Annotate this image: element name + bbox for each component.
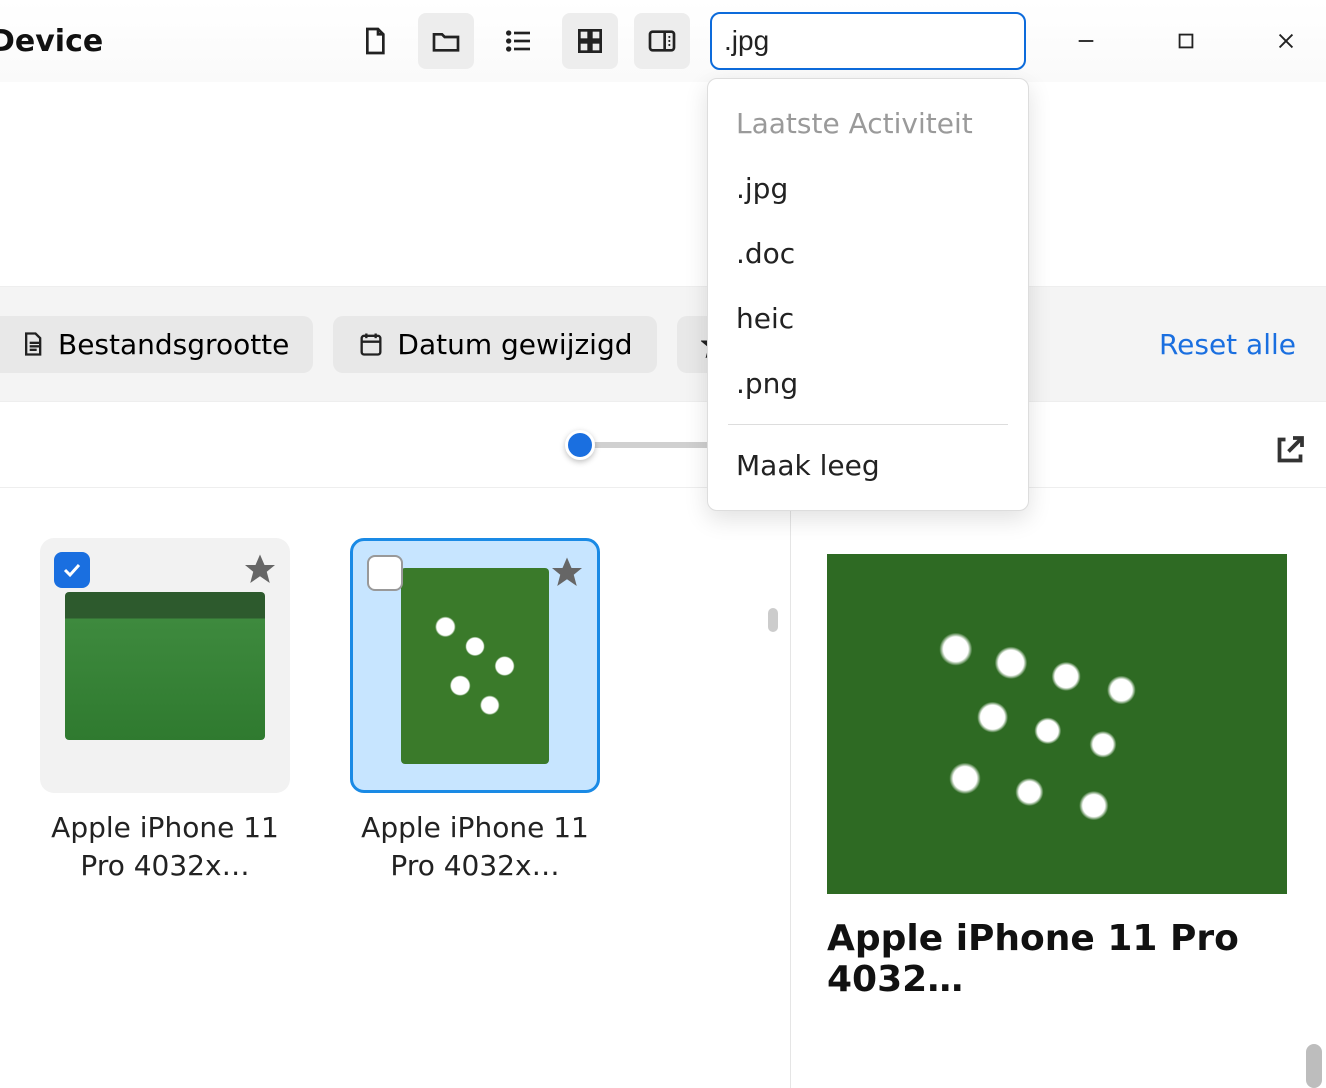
thumbnail-tile-selected[interactable] [350,538,600,793]
filter-filesize-button[interactable]: Bestandsgrootte [0,316,313,373]
suggestion-item[interactable]: .jpg [708,156,1028,221]
reset-filters-link[interactable]: Reset alle [1159,328,1296,361]
thumbnail-image [65,592,265,740]
grid-view-button[interactable] [562,13,618,69]
maximize-button[interactable] [1166,21,1206,61]
search-input[interactable] [724,25,1085,57]
thumbnail-image [401,568,549,764]
slider-thumb[interactable] [565,430,595,460]
preview-image [827,554,1287,894]
calendar-icon [357,330,385,358]
thumbnails-area: Apple iPhone 11 Pro 4032x… Apple iPhone … [0,488,790,1088]
checkbox-checked[interactable] [54,552,90,588]
app-title: Device [0,24,103,59]
folder-icon [430,25,462,57]
file-caption: Apple iPhone 11 Pro 4032x… [40,809,290,885]
list-icon [502,25,534,57]
zoom-band [0,402,1326,488]
close-button[interactable] [1266,21,1306,61]
document-icon [18,330,46,358]
star-icon[interactable] [549,553,585,589]
file-card[interactable]: Apple iPhone 11 Pro 4032x… [40,538,290,1038]
star-icon[interactable] [242,550,278,586]
filter-date-label: Datum gewijzigd [397,328,632,361]
file-view-button[interactable] [346,13,402,69]
panel-view-button[interactable] [634,13,690,69]
main-area: Apple iPhone 11 Pro 4032x… Apple iPhone … [0,488,1326,1088]
view-tools [346,13,690,69]
scrollbar-thumb[interactable] [768,608,778,632]
suggestion-item[interactable]: heic [708,286,1028,351]
folder-view-button[interactable] [418,13,474,69]
clear-history-button[interactable]: Maak leeg [708,433,1028,498]
scrollbar-thumb[interactable] [1306,1044,1322,1088]
top-bar: Device [0,0,1326,82]
thumbnail-tile[interactable] [40,538,290,793]
preview-panel: Apple iPhone 11 Pro 4032… [790,488,1326,1088]
preview-title: Apple iPhone 11 Pro 4032… [827,918,1306,1000]
search-input-container[interactable] [710,12,1026,70]
filter-filesize-label: Bestandsgrootte [58,328,289,361]
filter-date-button[interactable]: Datum gewijzigd [333,316,656,373]
grid-icon [574,25,606,57]
window-controls [1066,21,1306,61]
dropdown-separator [728,424,1008,425]
file-card[interactable]: Apple iPhone 11 Pro 4032x… [350,538,600,1038]
open-external-button[interactable] [1272,432,1308,468]
search-suggestions-dropdown: Laatste Activiteit .jpg .doc heic .png M… [707,78,1029,511]
dropdown-header: Laatste Activiteit [708,91,1028,156]
checkbox-unchecked[interactable] [367,555,403,591]
panel-icon [646,25,678,57]
suggestion-item[interactable]: .png [708,351,1028,416]
list-view-button[interactable] [490,13,546,69]
filter-bar: Bestandsgrootte Datum gewijzigd Herst Re… [0,286,1326,402]
file-caption: Apple iPhone 11 Pro 4032x… [350,809,600,885]
file-icon [358,25,390,57]
suggestion-item[interactable]: .doc [708,221,1028,286]
